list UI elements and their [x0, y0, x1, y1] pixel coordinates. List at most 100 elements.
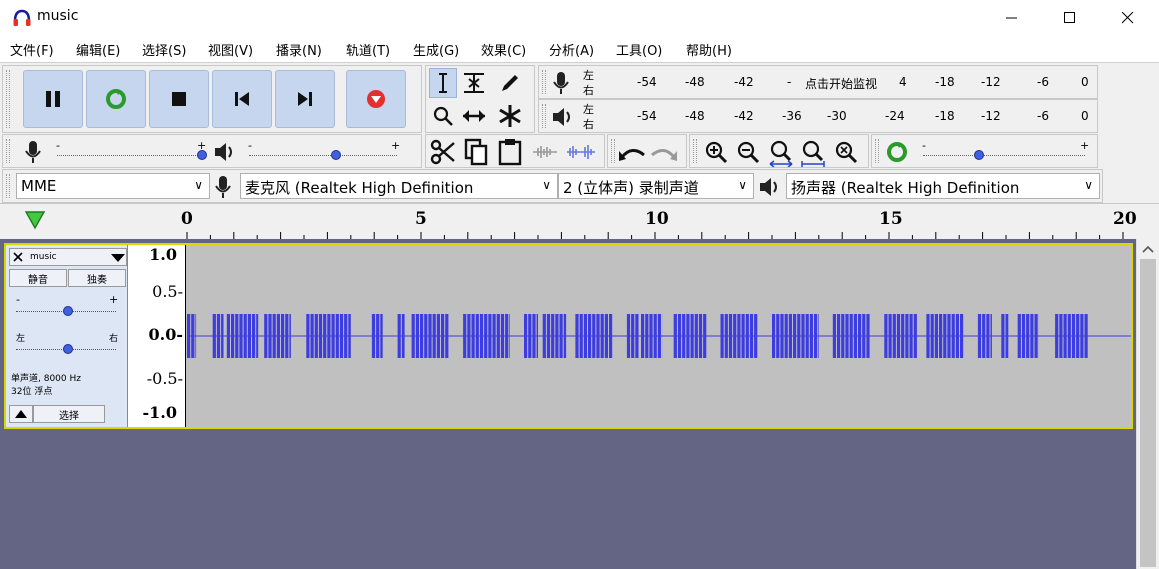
scrollbar-thumb[interactable]	[1140, 259, 1156, 567]
toolbar-grip[interactable]	[6, 174, 10, 198]
waveform-block	[943, 314, 947, 358]
waveform-block	[604, 314, 608, 358]
copy-icon[interactable]	[464, 138, 488, 166]
stop-button[interactable]	[149, 70, 209, 128]
menu-file[interactable]: 文件(F)	[10, 40, 54, 59]
waveform-block	[331, 314, 335, 358]
mute-button[interactable]: 静音	[9, 269, 67, 287]
zoom-tool[interactable]	[429, 101, 457, 131]
scroll-up-arrow-icon[interactable]	[1142, 245, 1154, 253]
speaker-icon[interactable]	[551, 106, 575, 128]
record-meter[interactable]: -54 -48 -42 - 点击开始监视 4 -18 -12 -6 0	[601, 70, 1091, 96]
zoom-toggle-icon[interactable]	[834, 140, 858, 164]
pan-slider[interactable]: 左 右	[14, 331, 118, 359]
redo-icon[interactable]	[650, 143, 678, 161]
cut-icon[interactable]	[430, 139, 456, 165]
waveform-block	[955, 314, 959, 358]
track-menu-dropdown-icon[interactable]	[111, 254, 125, 262]
track-area[interactable]: music 静音 独奏 - + 左 右 单声道, 8000 Hz 32位 浮点	[0, 239, 1136, 569]
zoom-in-icon[interactable]	[704, 140, 728, 164]
zoom-out-icon[interactable]	[736, 140, 760, 164]
waveform-block	[733, 314, 737, 358]
recording-volume-slider[interactable]: - +	[51, 139, 209, 165]
collapse-track-button[interactable]	[9, 405, 33, 423]
menu-analyze[interactable]: 分析(A)	[549, 40, 594, 59]
close-track-icon[interactable]	[13, 252, 23, 262]
trim-audio-icon[interactable]	[532, 142, 558, 162]
menu-generate[interactable]: 生成(G)	[413, 40, 459, 59]
waveform-block	[187, 314, 191, 358]
toolbar-grip[interactable]	[542, 104, 546, 128]
pause-button[interactable]	[23, 70, 83, 128]
waveform-block	[509, 314, 510, 358]
waveform-block	[909, 314, 913, 358]
close-button[interactable]	[1099, 0, 1157, 36]
timeshift-tool[interactable]	[460, 101, 488, 131]
playback-speed-slider[interactable]: - +	[918, 139, 1090, 165]
envelope-tool[interactable]	[460, 68, 488, 98]
skip-end-button[interactable]	[275, 70, 335, 128]
playback-meter[interactable]: -54 -48 -42 -36 -30 -24 -18 -12 -6 0	[601, 104, 1091, 130]
menu-view[interactable]: 视图(V)	[208, 40, 253, 59]
skip-start-button[interactable]	[212, 70, 272, 128]
recording-device-select[interactable]: 麦克风 (Realtek High Definition ∨	[240, 173, 558, 199]
slider-thumb[interactable]	[974, 150, 984, 160]
slider-thumb[interactable]	[63, 306, 73, 316]
play-button[interactable]	[86, 70, 146, 128]
start-monitoring-label[interactable]: 点击开始监视	[805, 75, 877, 92]
gain-slider[interactable]: - +	[14, 293, 118, 321]
draw-tool[interactable]	[496, 68, 524, 98]
menu-tools[interactable]: 工具(O)	[616, 40, 662, 59]
toolbar-grip[interactable]	[693, 139, 697, 163]
waveform-block	[559, 314, 563, 358]
fit-project-icon[interactable]	[800, 139, 826, 167]
waveform-block	[930, 314, 934, 358]
menu-edit[interactable]: 编辑(E)	[76, 40, 120, 59]
maximize-button[interactable]	[1041, 0, 1099, 36]
play-at-speed-icon[interactable]	[886, 141, 908, 163]
silence-audio-icon[interactable]	[566, 142, 596, 162]
waveform-block	[532, 314, 536, 358]
menu-effect[interactable]: 效果(C)	[481, 40, 526, 59]
menu-select[interactable]: 选择(S)	[142, 40, 186, 59]
toolbar-grip[interactable]	[6, 139, 10, 163]
waveform-block	[1063, 314, 1067, 358]
multi-tool[interactable]	[496, 101, 524, 131]
track-name[interactable]: music	[30, 252, 57, 262]
toolbar-grip[interactable]	[542, 70, 546, 94]
solo-button[interactable]: 独奏	[68, 269, 126, 287]
waveform-block	[496, 314, 500, 358]
select-track-button[interactable]: 选择	[33, 405, 105, 423]
minimize-button[interactable]	[983, 0, 1041, 36]
undo-icon[interactable]	[618, 143, 646, 161]
toolbar-grip[interactable]	[875, 139, 879, 163]
microphone-icon[interactable]	[553, 71, 569, 95]
waveform-block	[252, 314, 256, 358]
menu-tracks[interactable]: 轨道(T)	[346, 40, 390, 59]
toolbar-grip[interactable]	[6, 70, 10, 128]
waveform-block	[524, 314, 528, 358]
record-button[interactable]	[346, 70, 406, 128]
slider-min-label: -	[922, 139, 926, 152]
recording-channels-select[interactable]: 2 (立体声) 录制声道 ∨	[558, 173, 754, 199]
menu-transport[interactable]: 播录(N)	[276, 40, 322, 59]
audio-track[interactable]: music 静音 独奏 - + 左 右 单声道, 8000 Hz 32位 浮点	[4, 243, 1133, 429]
vertical-ruler[interactable]: 1.0 0.5- 0.0- -0.5- -1.0	[128, 245, 186, 427]
audio-host-select[interactable]: MME ∨	[16, 173, 210, 199]
meter-tick: -	[787, 75, 792, 89]
selection-tool[interactable]	[429, 68, 457, 98]
vertical-scrollbar[interactable]	[1136, 239, 1159, 569]
paste-icon[interactable]	[498, 138, 522, 166]
waveform[interactable]	[187, 245, 1131, 427]
playback-volume-slider[interactable]: - +	[243, 139, 403, 165]
slider-max-label: +	[1080, 139, 1090, 152]
menu-help[interactable]: 帮助(H)	[686, 40, 732, 59]
slider-thumb[interactable]	[63, 344, 73, 354]
slider-thumb[interactable]	[331, 150, 341, 160]
slider-min-label: -	[248, 139, 252, 152]
slider-thumb[interactable]	[197, 150, 207, 160]
timeline-ruler[interactable]: 0 5 10 15 20	[0, 203, 1159, 240]
playback-device-select[interactable]: 扬声器 (Realtek High Definition ∨	[786, 173, 1100, 199]
toolbar-grip[interactable]	[611, 139, 615, 163]
fit-selection-icon[interactable]	[768, 139, 794, 167]
